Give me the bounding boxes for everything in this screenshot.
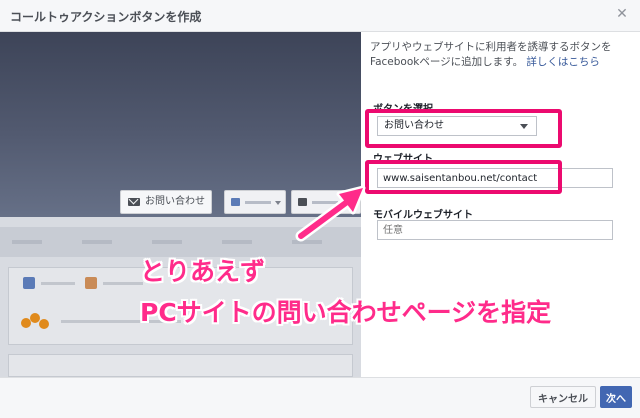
highlight-box-website [365,160,562,194]
annotation-arrow-icon [295,185,366,242]
placeholder-line [222,240,252,244]
next-button[interactable]: 次へ [600,386,632,408]
profile-image [21,313,53,331]
preview-like-button [224,190,286,214]
annotation-line-2: PCサイトの問い合わせページを指定 [140,298,552,327]
preview-cta-label: お問い合わせ [145,196,205,207]
placeholder-line [41,282,75,285]
preview-post-row [8,354,353,377]
dialog-header: コールトゥアクションボタンを作成 ✕ [0,0,640,32]
preview-cta-button: お問い合わせ [120,190,212,214]
description: アプリやウェブサイトに利用者を誘導するボタンをFacebookページに追加します… [370,40,628,70]
mobile-website-input[interactable] [377,220,613,240]
placeholder-line [12,240,42,244]
learn-more-link[interactable]: 詳しくはこちら [526,56,600,68]
dialog-title: コールトゥアクションボタンを作成 [10,10,202,24]
close-icon[interactable]: ✕ [614,6,630,22]
placeholder-line [245,201,271,204]
placeholder-line [103,282,143,285]
mobile-website-label: モバイルウェブサイト [373,210,473,221]
placeholder-line [82,240,112,244]
chevron-down-icon [275,201,281,205]
placeholder-line [152,240,182,244]
cancel-button[interactable]: キャンセル [530,386,596,408]
annotation-line-1: とりあえず [140,257,266,286]
highlight-box-button [365,109,562,148]
mail-icon [128,198,140,206]
thumbs-up-icon [231,198,240,206]
pencil-icon [23,277,35,289]
photo-icon [85,277,97,289]
